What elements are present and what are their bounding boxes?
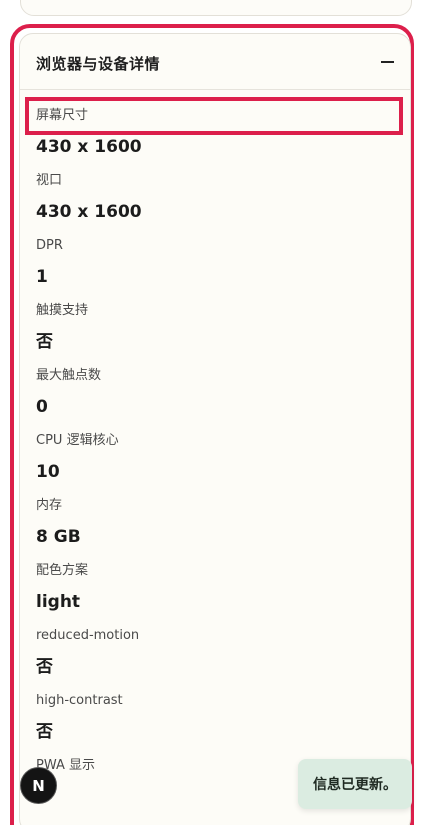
n-logo-letter: N <box>32 776 45 795</box>
info-value: 否 <box>36 657 53 677</box>
info-label: high-contrast <box>36 693 123 708</box>
info-label: 最大触点数 <box>36 368 102 383</box>
info-value: 0 <box>36 397 48 417</box>
label-highlight-outline <box>25 97 403 135</box>
info-label: 内存 <box>36 498 63 513</box>
info-value: 8 GB <box>36 527 81 547</box>
info-value: light <box>36 592 81 612</box>
info-item-memory: 内存 8 GB <box>36 498 396 547</box>
info-value: 1 <box>36 267 48 287</box>
info-label: 视口 <box>36 173 63 188</box>
info-value: 否 <box>36 722 53 742</box>
info-label: CPU 逻辑核心 <box>36 433 119 448</box>
info-value: 430 x 1600 <box>36 202 142 222</box>
toast-notification: 信息已更新。 <box>298 759 412 809</box>
info-label: reduced-motion <box>36 628 140 643</box>
info-item-viewport: 视口 430 x 1600 <box>36 173 396 222</box>
info-label: 配色方案 <box>36 563 89 578</box>
info-value: 否 <box>36 332 53 352</box>
info-item-high-contrast: high-contrast 否 <box>36 693 396 742</box>
n-logo-badge[interactable]: N <box>20 767 57 804</box>
info-item-max-touch-points: 最大触点数 0 <box>36 368 396 417</box>
info-item-color-scheme: 配色方案 light <box>36 563 396 612</box>
toast-message: 信息已更新。 <box>313 777 397 793</box>
card-header[interactable]: 浏览器与设备详情 <box>20 34 410 90</box>
info-item-touch-support: 触摸支持 否 <box>36 303 396 352</box>
minus-icon[interactable] <box>381 61 394 63</box>
info-label: 触摸支持 <box>36 303 89 318</box>
info-item-reduced-motion: reduced-motion 否 <box>36 628 396 677</box>
previous-card <box>20 0 412 16</box>
page: 浏览器与设备详情 屏幕尺寸 430 x 1600 视口 430 x 1600 D… <box>0 0 430 825</box>
info-item-cpu-cores: CPU 逻辑核心 10 <box>36 433 396 482</box>
device-details-card: 浏览器与设备详情 屏幕尺寸 430 x 1600 视口 430 x 1600 D… <box>19 33 411 825</box>
info-value: 10 <box>36 462 60 482</box>
info-value: 430 x 1600 <box>36 137 142 157</box>
info-label: DPR <box>36 238 63 253</box>
info-item-dpr: DPR 1 <box>36 238 396 287</box>
card-title: 浏览器与设备详情 <box>36 55 161 73</box>
